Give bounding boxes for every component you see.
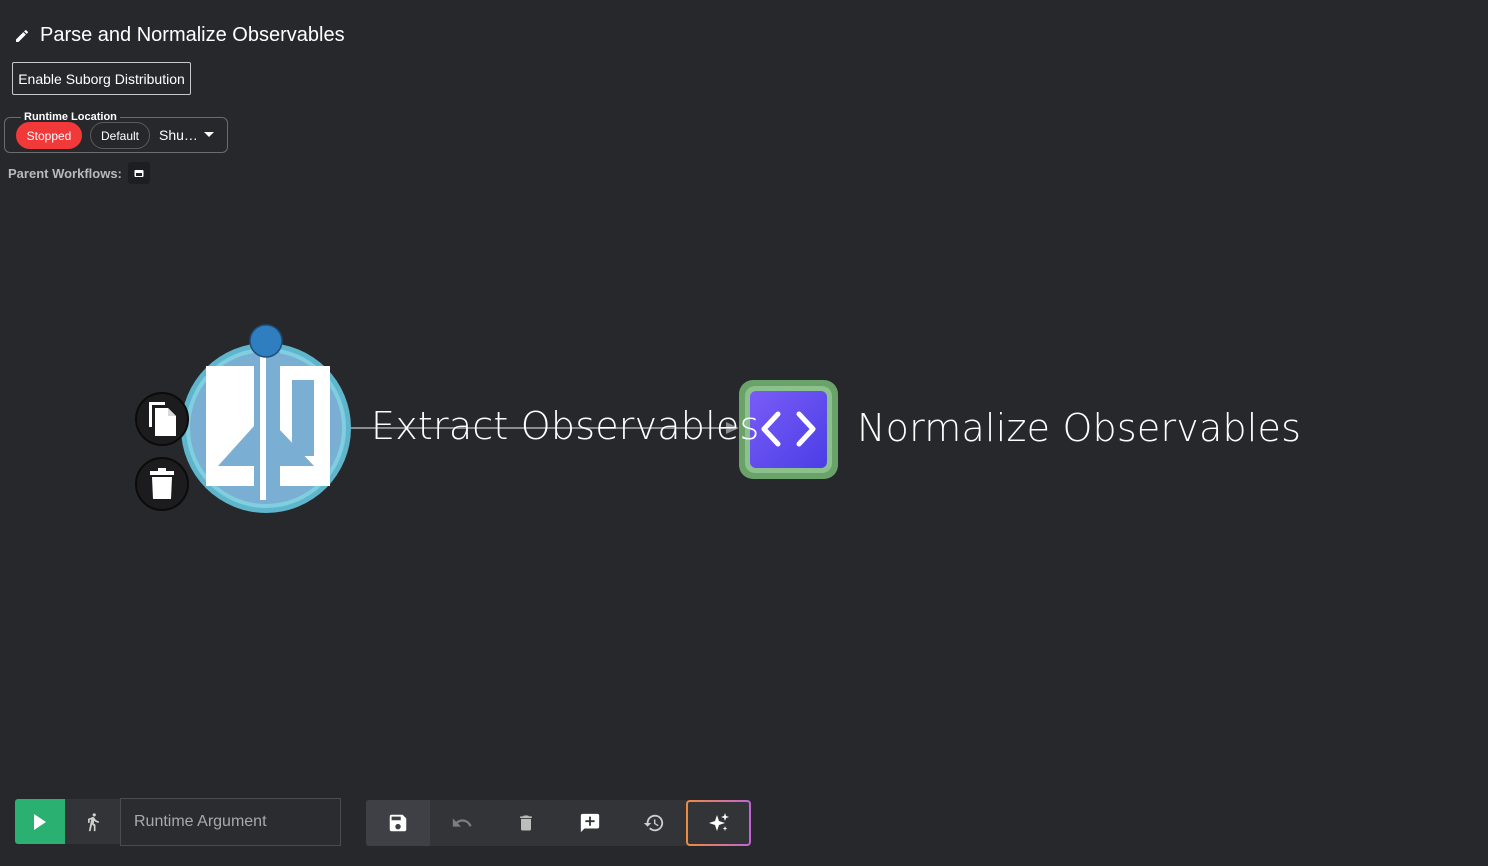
- undo-button[interactable]: [430, 800, 494, 846]
- history-icon: [643, 814, 664, 832]
- sparkle-icon: [708, 813, 729, 831]
- history-button[interactable]: [622, 800, 686, 846]
- code-node-label: Normalize Observables: [857, 406, 1302, 450]
- ai-assistant-button[interactable]: [686, 800, 751, 846]
- workflow-canvas[interactable]: Extract Observables Normalize Observable…: [0, 0, 1488, 866]
- play-icon: [34, 813, 46, 830]
- run-workflow-button[interactable]: [15, 799, 65, 844]
- workflow-toolbar: [366, 800, 751, 846]
- copy-node-button[interactable]: [135, 392, 189, 446]
- trash-icon: [150, 468, 174, 499]
- save-button[interactable]: [366, 800, 430, 846]
- step-run-button[interactable]: [65, 799, 120, 844]
- comment-icon: [580, 813, 600, 833]
- start-node-indicator: [249, 324, 283, 358]
- start-node-label: Extract Observables: [371, 404, 760, 448]
- runtime-argument-input[interactable]: [120, 798, 341, 846]
- delete-button[interactable]: [494, 800, 558, 846]
- add-comment-button[interactable]: [558, 800, 622, 846]
- copy-icon: [149, 402, 176, 436]
- save-icon: [389, 814, 407, 832]
- delete-icon: [520, 815, 532, 831]
- delete-node-button[interactable]: [135, 457, 189, 511]
- step-icon: [87, 812, 99, 831]
- start-node-extract-observables[interactable]: [181, 343, 351, 513]
- workflow-editor: Parse and Normalize Observables Enable S…: [0, 0, 1488, 866]
- app-logo-icon: [206, 352, 330, 500]
- undo-icon: [452, 818, 472, 827]
